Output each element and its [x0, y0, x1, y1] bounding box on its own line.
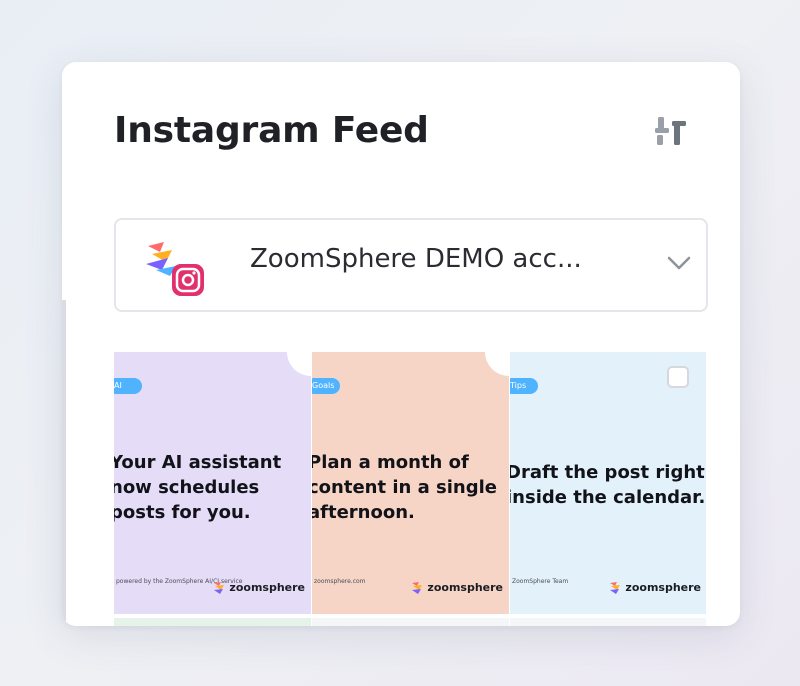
widget-title: Instagram Feed — [114, 110, 429, 151]
chevron-down-icon — [667, 256, 691, 270]
post-caption-line: afternoon. — [312, 502, 415, 523]
zoomsphere-logo-icon — [412, 581, 423, 594]
post-caption-line: Your AI assistant — [114, 452, 282, 473]
post-brand: zoomsphere — [214, 581, 305, 594]
post-brand: zoomsphere — [610, 581, 701, 594]
post-caption-line: Draft the post right — [510, 462, 705, 483]
post-caption-line: inside the calendar. — [510, 487, 706, 508]
feed-post[interactable]: Tips Draft the post right inside the cal… — [510, 352, 706, 614]
select-checkbox[interactable] — [667, 366, 689, 388]
post-tag: AI — [114, 378, 142, 394]
post-tag: Tips — [510, 378, 538, 394]
post-caption-line: content in a single — [312, 477, 497, 498]
next-row-preview — [312, 618, 509, 626]
post-caption-line: posts for you. — [114, 502, 251, 523]
post-tag: Goals — [312, 378, 341, 394]
post-brand: zoomsphere — [412, 581, 503, 594]
zoomsphere-instagram-logo — [146, 242, 204, 296]
post-brand-label: zoomsphere — [427, 581, 503, 594]
instagram-feed-widget: Instagram Feed ZoomSphere DEMO acc... AI… — [62, 62, 740, 626]
post-caption: Plan a month of content in a single afte… — [312, 450, 504, 525]
feed-post[interactable]: AI Your AI assistant now schedules posts… — [114, 352, 311, 614]
next-row-preview — [114, 618, 311, 626]
post-corner — [485, 352, 509, 376]
next-row-preview — [510, 618, 706, 626]
account-select[interactable]: ZoomSphere DEMO acc... — [114, 218, 708, 312]
post-caption: Draft the post right inside the calendar… — [510, 460, 706, 510]
post-caption-line: Plan a month of — [312, 452, 469, 473]
feed-grid: AI Your AI assistant now schedules posts… — [114, 352, 706, 626]
zoomsphere-logo-icon — [610, 581, 621, 594]
post-footer: ZoomSphere Team — [512, 578, 569, 585]
post-caption-line: now schedules — [114, 477, 260, 498]
zoomsphere-logo-icon — [214, 581, 225, 594]
account-name: ZoomSphere DEMO acc... — [250, 244, 582, 274]
settings-button[interactable] — [648, 110, 692, 154]
card-left-edge — [62, 300, 66, 626]
post-caption: Your AI assistant now schedules posts fo… — [114, 450, 306, 525]
feed-post[interactable]: Goals Plan a month of content in a singl… — [312, 352, 509, 614]
post-brand-label: zoomsphere — [625, 581, 701, 594]
post-corner — [287, 352, 311, 376]
post-footer: zoomsphere.com — [314, 578, 366, 585]
post-brand-label: zoomsphere — [229, 581, 305, 594]
sliders-icon — [655, 117, 686, 145]
